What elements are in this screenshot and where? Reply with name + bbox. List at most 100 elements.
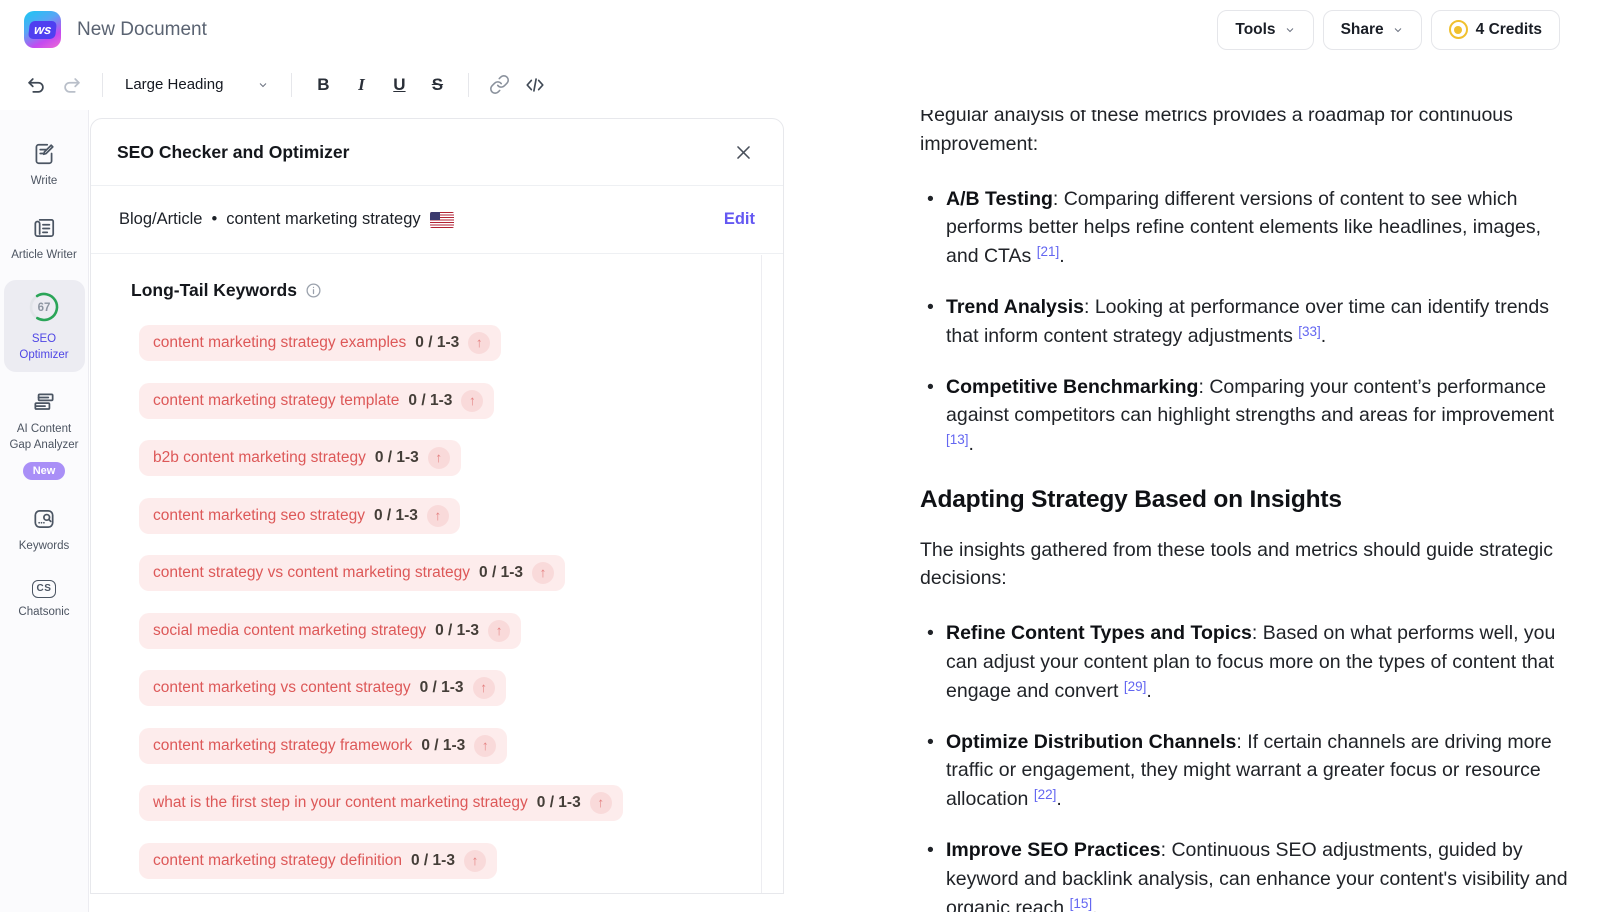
info-icon[interactable] xyxy=(305,282,322,299)
bullet-marker: • xyxy=(927,185,934,214)
keyword-chip[interactable]: content marketing seo strategy0 / 1-3↑ xyxy=(139,498,460,534)
doc-bullet-item: •Optimize Distribution Channels: If cert… xyxy=(920,728,1568,814)
keyword-text: content marketing strategy definition xyxy=(153,852,402,870)
keyword-chip[interactable]: content marketing strategy template0 / 1… xyxy=(139,383,494,419)
seo-panel-body: Long-Tail Keywords content marketing str… xyxy=(91,254,783,894)
document-title[interactable]: New Document xyxy=(77,19,207,41)
bullet-bold-lead: Trend Analysis xyxy=(946,296,1084,318)
keyword-chip[interactable]: content marketing vs content strategy0 /… xyxy=(139,670,506,706)
sidebar-item-label: Chatsonic xyxy=(18,604,69,620)
keyword-chip[interactable]: content marketing strategy examples0 / 1… xyxy=(139,325,501,361)
doc-paragraph: The insights gathered from these tools a… xyxy=(920,536,1568,594)
arrow-up-icon: ↑ xyxy=(427,505,449,527)
credits-label: 4 Credits xyxy=(1476,21,1542,39)
redo-button[interactable] xyxy=(56,69,88,101)
doc-paragraph: Regular analysis of these metrics provid… xyxy=(920,110,1568,159)
sidebar-item-label: Keywords xyxy=(19,538,70,554)
close-icon xyxy=(734,143,753,162)
bullet-bold-lead: Improve SEO Practices xyxy=(946,839,1161,861)
sidebar-item-article-writer[interactable]: Article Writer xyxy=(4,206,85,272)
keyword-chip[interactable]: what is the first step in your content m… xyxy=(139,785,623,821)
sidebar-item-keywords[interactable]: Keywords xyxy=(4,497,85,563)
arrow-up-icon: ↑ xyxy=(461,390,483,412)
keywords-icon xyxy=(31,506,57,532)
credits-button[interactable]: 4 Credits xyxy=(1431,10,1560,50)
long-tail-keywords-header: Long-Tail Keywords xyxy=(131,280,783,301)
redo-icon xyxy=(61,74,83,96)
doc-bullet-list: •Refine Content Types and Topics: Based … xyxy=(920,619,1568,912)
separator-dot: • xyxy=(211,210,217,229)
keyword-chip[interactable]: social media content marketing strategy0… xyxy=(139,613,521,649)
underline-button[interactable]: U xyxy=(382,69,416,101)
link-button[interactable] xyxy=(483,69,515,101)
keyword-chip[interactable]: content marketing strategy definition 0 /… xyxy=(139,843,497,879)
document-editor[interactable]: Regular analysis of these metrics provid… xyxy=(920,110,1568,912)
seo-panel-header: SEO Checker and Optimizer xyxy=(91,119,783,186)
seo-score-ring-icon: 67 xyxy=(26,289,62,325)
writesonic-logo[interactable]: ws xyxy=(24,11,61,48)
keyword-text: b2b content marketing strategy xyxy=(153,449,366,467)
chevron-down-icon xyxy=(1392,24,1404,36)
sidebar-item-seo-optimizer[interactable]: 67 SEO Optimizer xyxy=(4,280,85,372)
toolbar-divider xyxy=(102,73,103,97)
doc-heading: Adapting Strategy Based on Insights xyxy=(920,485,1568,516)
keyword-text: social media content marketing strategy xyxy=(153,622,426,640)
sidebar-item-ai-content-gap-analyzer[interactable]: AI Content Gap Analyzer New xyxy=(4,380,85,488)
undo-button[interactable] xyxy=(20,69,52,101)
strikethrough-button[interactable]: S xyxy=(420,69,454,101)
keyword-usage-count: 0 / 1-3 xyxy=(537,794,581,812)
bullet-bold-lead: A/B Testing xyxy=(946,188,1053,210)
app-header: ws New Document Tools Share 4 Credits xyxy=(0,0,1600,59)
arrow-up-icon: ↑ xyxy=(590,792,612,814)
doc-type-label: Blog/Article xyxy=(119,210,202,229)
logo-ws-text: ws xyxy=(28,21,57,39)
chevron-down-icon xyxy=(257,79,269,91)
citation-link[interactable]: [15] xyxy=(1070,896,1093,911)
sidebar-item-chatsonic[interactable]: CS Chatsonic xyxy=(4,571,85,629)
us-flag-icon xyxy=(430,212,454,228)
seo-score-value: 67 xyxy=(38,302,51,314)
keyword-usage-count: 0 / 1-3 xyxy=(374,507,418,525)
italic-button[interactable]: I xyxy=(344,69,378,101)
doc-bullet-item: •Refine Content Types and Topics: Based … xyxy=(920,619,1568,705)
citation-link[interactable]: [13] xyxy=(946,432,969,447)
arrow-up-icon: ↑ xyxy=(473,677,495,699)
keyword-chip-list: content marketing strategy examples0 / 1… xyxy=(139,325,783,879)
edit-link[interactable]: Edit xyxy=(724,210,755,229)
code-button[interactable] xyxy=(519,69,551,101)
citation-link[interactable]: [33] xyxy=(1298,324,1321,339)
seo-panel-title: SEO Checker and Optimizer xyxy=(117,142,349,163)
gap-analyzer-icon xyxy=(31,389,57,415)
bullet-bold-lead: Competitive Benchmarking xyxy=(946,376,1198,398)
keyword-chip[interactable]: b2b content marketing strategy0 / 1-3↑ xyxy=(139,440,461,476)
write-icon xyxy=(31,141,57,167)
keyword-chip[interactable]: content strategy vs content marketing st… xyxy=(139,555,565,591)
citation-link[interactable]: [29] xyxy=(1124,679,1147,694)
chatsonic-icon: CS xyxy=(32,580,57,598)
bullet-marker: • xyxy=(927,836,934,865)
close-button[interactable] xyxy=(729,138,757,166)
sidebar-item-write[interactable]: Write xyxy=(4,132,85,198)
panel-scrollbar-track[interactable] xyxy=(761,255,762,893)
share-button[interactable]: Share xyxy=(1323,10,1422,50)
bold-button[interactable]: B xyxy=(306,69,340,101)
keyword-text: what is the first step in your content m… xyxy=(153,794,528,812)
citation-link[interactable]: [22] xyxy=(1034,787,1057,802)
arrow-up-icon: ↑ xyxy=(468,332,490,354)
tools-button-label: Tools xyxy=(1235,21,1275,39)
sidebar-item-label: AI Content Gap Analyzer xyxy=(9,421,79,453)
tools-button[interactable]: Tools xyxy=(1217,10,1313,50)
citation-link[interactable]: [21] xyxy=(1037,244,1060,259)
doc-bullet-item: •Trend Analysis: Looking at performance … xyxy=(920,293,1568,351)
text-style-dropdown[interactable]: Large Heading xyxy=(117,69,277,101)
doc-bullet-item: •A/B Testing: Comparing different versio… xyxy=(920,185,1568,271)
seo-settings-summary: Blog/Article • content marketing strateg… xyxy=(119,210,454,229)
keyword-usage-count: 0 / 1-3 xyxy=(411,852,455,870)
keyword-text: content marketing vs content strategy xyxy=(153,679,411,697)
arrow-up-icon: ↑ xyxy=(474,735,496,757)
keyword-chip[interactable]: content marketing strategy framework0 / … xyxy=(139,728,507,764)
arrow-up-icon: ↑ xyxy=(464,850,486,872)
target-keyword: content marketing strategy xyxy=(226,210,420,229)
arrow-up-icon: ↑ xyxy=(532,562,554,584)
sidebar-item-label: Article Writer xyxy=(11,247,77,263)
